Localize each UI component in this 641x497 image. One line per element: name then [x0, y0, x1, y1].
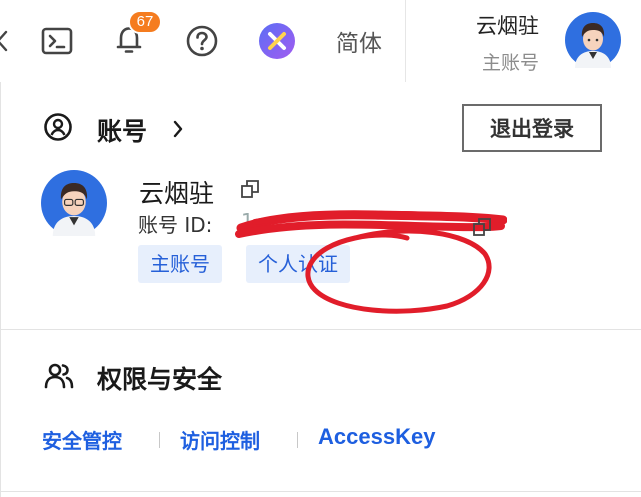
security-title: 权限与安全: [97, 365, 223, 394]
account-title[interactable]: 账号: [97, 112, 147, 148]
logout-button[interactable]: 退出登录: [462, 104, 602, 152]
chevron-right-icon[interactable]: [171, 118, 185, 140]
highlight-circle: [297, 224, 497, 316]
display-name: 云烟驻: [139, 179, 215, 208]
account-type-tag: 主账号: [138, 245, 222, 283]
help-icon[interactable]: [184, 23, 220, 59]
users-icon: [43, 360, 75, 392]
notification-badge: 67: [128, 10, 162, 34]
security-control-link[interactable]: 安全管控: [42, 425, 122, 454]
app-logo-icon[interactable]: [258, 22, 296, 60]
user-circle-icon: [43, 112, 73, 142]
chevron-left-icon[interactable]: [0, 26, 10, 56]
separator: [159, 432, 160, 448]
top-bar: 67 简体 云烟驻 主账号: [0, 0, 641, 82]
separator: [297, 432, 298, 448]
account-dropdown: 账号 退出登录 云烟驻 账号 ID: 1 主账号 个人认证 权限与安全 安全管控…: [0, 82, 641, 497]
avatar[interactable]: [565, 12, 621, 68]
divider: [1, 491, 641, 492]
account-id-label: 账号 ID:: [138, 213, 213, 237]
terminal-icon[interactable]: [40, 24, 74, 58]
username[interactable]: 云烟驻: [476, 10, 539, 40]
language-switch[interactable]: 简体: [336, 24, 382, 58]
accesskey-link[interactable]: AccessKey: [318, 424, 435, 450]
copy-icon[interactable]: [239, 178, 261, 200]
security-section: 权限与安全 安全管控 访问控制 AccessKey: [1, 330, 641, 490]
avatar: [41, 170, 107, 236]
divider: [405, 0, 406, 82]
account-type: 主账号: [482, 52, 540, 74]
access-control-link[interactable]: 访问控制: [180, 425, 260, 454]
